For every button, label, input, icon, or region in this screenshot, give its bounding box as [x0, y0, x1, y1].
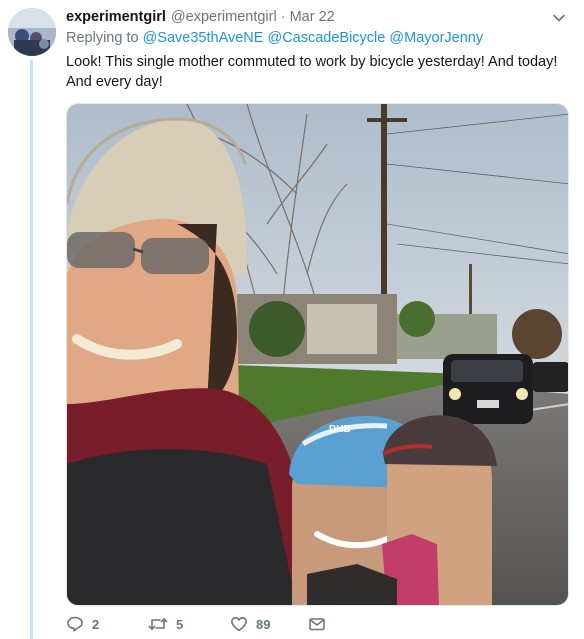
reply-bubble-icon	[66, 615, 84, 633]
tweet-actions: 2 5 89	[66, 613, 446, 635]
tweet-text: Look! This single mother commuted to wor…	[66, 54, 558, 90]
separator-dot: ·	[280, 9, 286, 25]
mention-link[interactable]: @Save35thAveNE	[143, 30, 264, 46]
display-name[interactable]: experimentgirl	[66, 9, 166, 25]
mention-link[interactable]: @CascadeBicycle	[267, 30, 385, 46]
heart-icon	[230, 615, 248, 633]
like-button[interactable]: 89	[230, 615, 270, 633]
replying-to-line: Replying to @Save35thAveNE @CascadeBicyc…	[66, 30, 483, 46]
retweet-count: 5	[176, 616, 184, 632]
thread-connector-line	[30, 60, 33, 639]
avatar[interactable]	[8, 8, 56, 56]
helmet-logo-text: DHB	[329, 424, 351, 435]
reply-count: 2	[92, 616, 100, 632]
direct-message-button[interactable]	[308, 615, 326, 633]
timestamp[interactable]: Mar 22	[290, 9, 335, 25]
chevron-down-icon[interactable]	[552, 11, 566, 25]
mention-link[interactable]: @MayorJenny	[389, 30, 483, 46]
retweet-button[interactable]: 5	[148, 615, 183, 633]
reply-button[interactable]: 2	[66, 615, 99, 633]
user-handle[interactable]: @experimentgirl	[171, 9, 277, 25]
tweet-photo[interactable]: DHB	[66, 103, 569, 606]
envelope-icon	[308, 615, 326, 633]
tweet-header: experimentgirl @experimentgirl · Mar 22	[66, 7, 570, 27]
retweet-icon	[148, 615, 168, 633]
like-count: 89	[256, 616, 271, 632]
replying-to-label: Replying to	[66, 30, 139, 46]
